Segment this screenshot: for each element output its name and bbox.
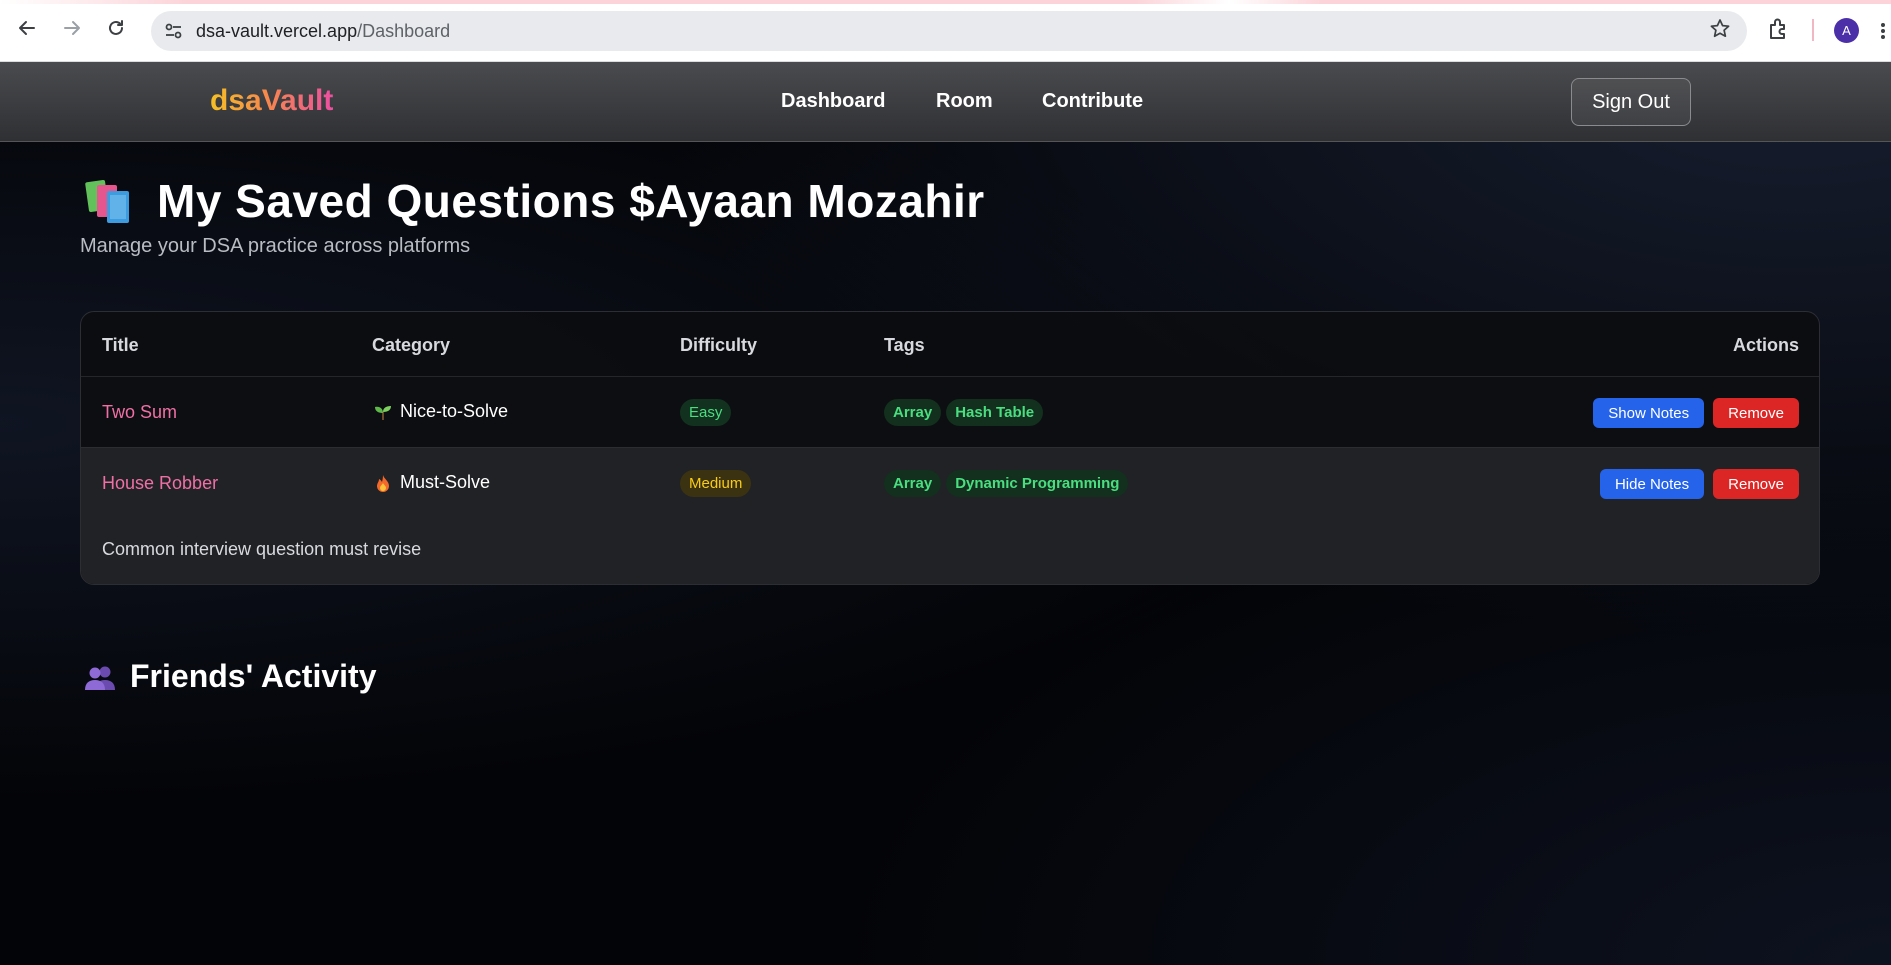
sign-out-button[interactable]: Sign Out (1571, 78, 1691, 126)
page-heading: My Saved Questions $Ayaan Mozahir (85, 174, 985, 228)
address-bar[interactable]: dsa-vault.vercel.app/Dashboard (151, 11, 1747, 51)
category-cell: Must-Solve (374, 472, 490, 493)
difficulty-badge: Medium (680, 470, 752, 497)
site-logo[interactable]: dsaVault (210, 84, 333, 118)
page-body: dsaVault Dashboard Room Contribute Sign … (0, 62, 1891, 965)
nav-room[interactable]: Room (936, 90, 993, 113)
column-header-actions: Actions (1732, 335, 1799, 355)
site-info-icon[interactable] (163, 21, 185, 41)
column-header-tags: Tags (884, 335, 925, 355)
question-title-link[interactable]: House Robber (102, 473, 218, 494)
tag-badge: Array (884, 470, 942, 497)
nav-contribute[interactable]: Contribute (1042, 90, 1143, 113)
menu-icon[interactable] (1880, 22, 1891, 40)
back-arrow-icon[interactable] (12, 13, 42, 43)
browser-toolbar: dsa-vault.vercel.app/Dashboard A (0, 0, 1891, 62)
tab-strip-edge (0, 0, 1891, 4)
show-notes-button[interactable]: Show Notes (1593, 398, 1705, 428)
extensions-icon[interactable] (1766, 16, 1792, 42)
tag-badge: Dynamic Programming (946, 470, 1129, 497)
column-header-difficulty: Difficulty (680, 335, 758, 355)
row-actions: Hide Notes Remove (1599, 469, 1799, 499)
forward-arrow-icon[interactable] (57, 13, 87, 43)
url-text[interactable]: dsa-vault.vercel.app/Dashboard (196, 21, 450, 42)
tag-list: Array Hash Table (884, 399, 1044, 426)
avatar[interactable]: A (1834, 18, 1859, 43)
fire-icon (377, 474, 389, 492)
url-host: dsa-vault.vercel.app (196, 21, 358, 41)
friends-activity-heading: Friends' Activity (84, 658, 376, 695)
section-title: Friends' Activity (130, 658, 377, 694)
seedling-icon (375, 405, 391, 420)
difficulty-badge: Easy (680, 399, 732, 426)
table-row: House Robber Must-Solve Medium Array Dyn… (81, 448, 1819, 519)
star-icon[interactable] (1709, 18, 1731, 46)
row-actions: Show Notes Remove (1593, 398, 1799, 428)
column-header-title: Title (102, 335, 139, 355)
toolbar-divider (1812, 19, 1814, 41)
site-header: dsaVault Dashboard Room Contribute Sign … (0, 62, 1891, 142)
tag-badge: Array (884, 399, 942, 426)
table-header: Title Category Difficulty Tags Actions (81, 312, 1819, 377)
saved-questions-table: Title Category Difficulty Tags Actions T… (80, 311, 1820, 585)
question-title-link[interactable]: Two Sum (102, 402, 177, 423)
category-cell: Nice-to-Solve (374, 401, 508, 422)
page-subtitle: Manage your DSA practice across platform… (80, 235, 471, 257)
tag-badge: Hash Table (946, 399, 1044, 426)
page-title: My Saved Questions $Ayaan Mozahir (157, 175, 985, 227)
notes-panel: Common interview question must revise (81, 519, 1819, 584)
category-label: Nice-to-Solve (400, 401, 509, 421)
hide-notes-button[interactable]: Hide Notes (1599, 469, 1705, 499)
column-header-category: Category (372, 335, 451, 355)
url-path: /Dashboard (357, 21, 451, 41)
tag-list: Array Dynamic Programming (884, 470, 1129, 497)
books-icon (85, 180, 129, 223)
remove-button[interactable]: Remove (1713, 469, 1799, 499)
note-text: Common interview question must revise (102, 539, 422, 559)
category-label: Must-Solve (400, 472, 491, 492)
reload-icon[interactable] (101, 13, 131, 43)
people-icon (85, 666, 115, 690)
remove-button[interactable]: Remove (1713, 398, 1799, 428)
table-row: Two Sum Nice-to-Solve Easy Array Hash Ta… (81, 377, 1819, 448)
nav-dashboard[interactable]: Dashboard (781, 90, 885, 113)
